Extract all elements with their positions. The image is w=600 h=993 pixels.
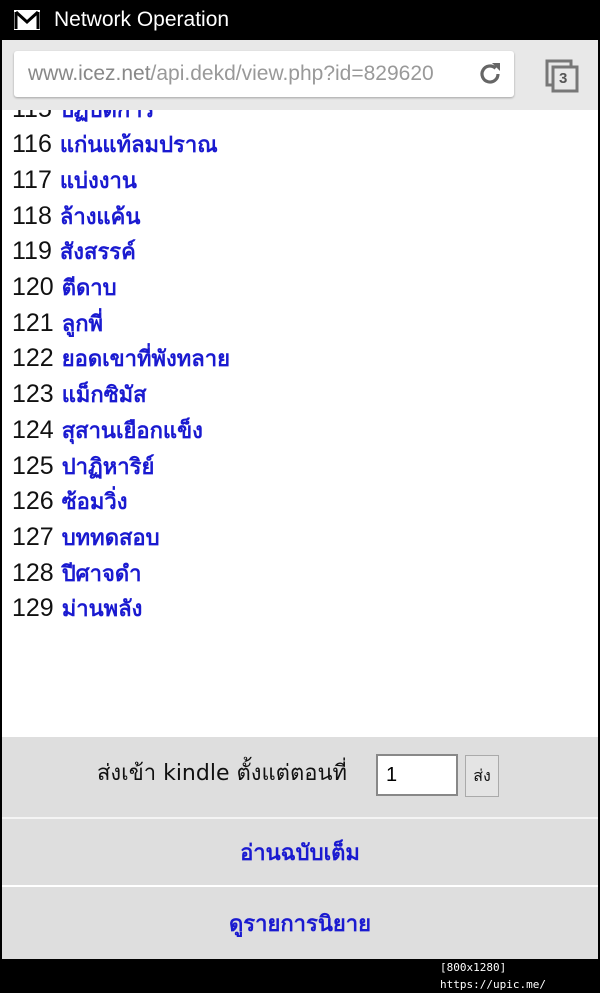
chapter-title-link[interactable]: ปีศาจดำ bbox=[62, 556, 142, 591]
chapter-title-link[interactable]: แบ่งงาน bbox=[60, 163, 137, 198]
full-version-label: อ่านฉบับเต็ม bbox=[240, 840, 360, 866]
chapter-item[interactable]: 116 แก่นแท้ลมปราณ bbox=[12, 127, 218, 163]
chapter-title-link[interactable]: แก่นแท้ลมปราณ bbox=[60, 127, 218, 162]
chapter-item[interactable]: 118 ล้างแค้น bbox=[12, 198, 140, 234]
chapter-number: 120 bbox=[12, 273, 54, 301]
chapter-number: 117 bbox=[12, 165, 52, 194]
novel-list-label: ดูรายการนิยาย bbox=[228, 911, 371, 937]
chapter-number: 126 bbox=[12, 487, 54, 516]
send-button[interactable]: ส่ง bbox=[465, 755, 499, 797]
url-text[interactable]: www.icez.net/api.dekd/view.php?id=829620 bbox=[28, 62, 468, 86]
url-path: /api.dekd/view.php?id=829620 bbox=[150, 62, 434, 85]
chapter-title-link[interactable]: ตีดาบ bbox=[62, 270, 117, 305]
chapter-item[interactable]: 122 ยอดเขาที่พังทลาย bbox=[12, 341, 230, 377]
chapter-item[interactable]: 127 บททดสอบ bbox=[12, 519, 160, 555]
chapter-title-link[interactable]: ปฏิบัติการ bbox=[60, 110, 154, 127]
chapter-number-input[interactable]: 1 bbox=[376, 754, 458, 796]
chapter-item[interactable]: 121 ลูกพี่ bbox=[12, 305, 103, 341]
chapter-title-link[interactable]: สุสานเยือกแข็ง bbox=[62, 413, 203, 448]
chapter-number: 121 bbox=[12, 308, 54, 337]
chapter-number: 116 bbox=[12, 130, 52, 159]
chapter-item[interactable]: 117 แบ่งงาน bbox=[12, 162, 137, 198]
url-host: www.icez.net bbox=[28, 62, 151, 85]
chapter-item[interactable]: 125 ปาฏิหาริย์ bbox=[12, 448, 154, 484]
kindle-send-label: ส่งเข้า kindle ตั้งแต่ตอนที่ bbox=[97, 761, 348, 786]
gmail-icon bbox=[14, 10, 40, 30]
chapter-number: 115 bbox=[12, 110, 52, 124]
chapter-title-link[interactable]: แม็กซิมัส bbox=[62, 377, 147, 412]
chapter-item[interactable]: 126 ซ้อมวิ่ง bbox=[12, 484, 127, 520]
novel-list-button[interactable]: ดูรายการนิยาย bbox=[2, 887, 598, 959]
chapter-item[interactable]: 119 สังสรรค์ bbox=[12, 234, 136, 270]
chapter-item[interactable]: 128 ปีศาจดำ bbox=[12, 555, 142, 591]
url-field[interactable]: www.icez.net/api.dekd/view.php?id=829620 bbox=[14, 51, 514, 97]
watermark-footer: [800x1280] https://upic.me/ bbox=[440, 961, 546, 991]
chapter-number: 128 bbox=[12, 558, 54, 587]
tab-count: 3 bbox=[559, 70, 568, 87]
kindle-send-bar: ส่งเข้า kindle ตั้งแต่ตอนที่ 1 ส่ง bbox=[2, 737, 598, 819]
chapter-title-link[interactable]: ซ้อมวิ่ง bbox=[62, 484, 128, 519]
browser-window: www.icez.net/api.dekd/view.php?id=829620… bbox=[2, 40, 598, 959]
chapter-number: 122 bbox=[12, 344, 54, 373]
tabs-button[interactable]: 3 bbox=[544, 58, 580, 94]
chapter-number: 129 bbox=[12, 594, 54, 623]
chapter-title-link[interactable]: ม่านพลัง bbox=[62, 591, 143, 626]
chapter-title-link[interactable]: ยอดเขาที่พังทลาย bbox=[62, 341, 230, 376]
chapter-number: 125 bbox=[12, 451, 54, 480]
chapter-item[interactable]: 124 สุสานเยือกแข็ง bbox=[12, 412, 203, 448]
chapter-item[interactable]: 115 ปฏิบัติการ bbox=[12, 110, 154, 127]
status-bar: Network Operation bbox=[0, 0, 600, 40]
chapter-title-link[interactable]: สังสรรค์ bbox=[60, 234, 136, 269]
chapter-number: 123 bbox=[12, 380, 54, 409]
chapter-number: 118 bbox=[12, 201, 52, 230]
chapter-title-link[interactable]: บททดสอบ bbox=[62, 520, 160, 555]
chapter-item[interactable]: 129 ม่านพลัง bbox=[12, 591, 142, 627]
chapter-number: 124 bbox=[12, 415, 54, 444]
chapter-number: 119 bbox=[12, 237, 52, 266]
chapter-title-link[interactable]: ล้างแค้น bbox=[60, 199, 141, 234]
chapter-list: 115ปฏิบัติการ116แก่นแท้ลมปราณ117แบ่งงาน1… bbox=[2, 110, 598, 737]
address-bar: www.icez.net/api.dekd/view.php?id=829620… bbox=[2, 40, 598, 110]
chapter-title-link[interactable]: ลูกพี่ bbox=[62, 306, 103, 341]
chapter-number: 127 bbox=[12, 522, 54, 551]
status-app-title: Network Operation bbox=[54, 8, 230, 31]
reload-icon[interactable] bbox=[476, 60, 504, 88]
chapter-item[interactable]: 123 แม็กซิมัส bbox=[12, 377, 147, 413]
full-version-button[interactable]: อ่านฉบับเต็ม bbox=[2, 819, 598, 885]
chapter-item[interactable]: 120 ตีดาบ bbox=[12, 270, 117, 306]
chapter-title-link[interactable]: ปาฏิหาริย์ bbox=[62, 449, 155, 484]
